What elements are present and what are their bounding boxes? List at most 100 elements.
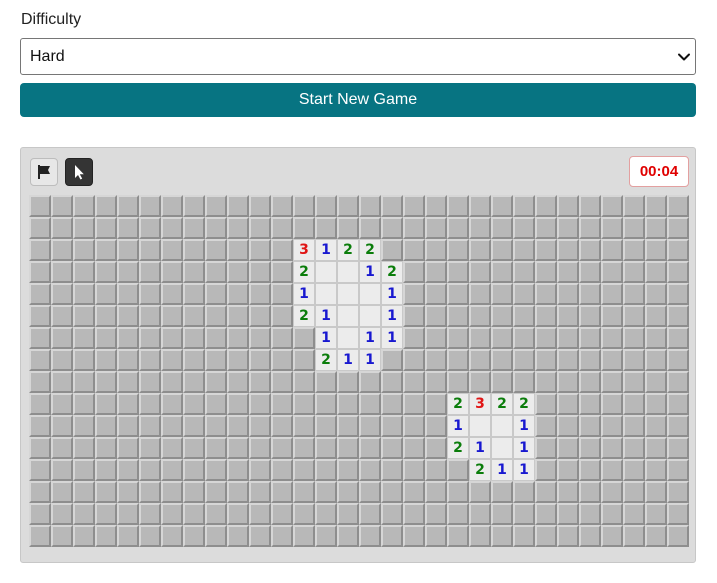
- hidden-cell[interactable]: [139, 195, 161, 217]
- hidden-cell[interactable]: [117, 525, 139, 547]
- hidden-cell[interactable]: [381, 459, 403, 481]
- hidden-cell[interactable]: [139, 239, 161, 261]
- hidden-cell[interactable]: [271, 415, 293, 437]
- hidden-cell[interactable]: [513, 217, 535, 239]
- hidden-cell[interactable]: [645, 283, 667, 305]
- hidden-cell[interactable]: [29, 261, 51, 283]
- hidden-cell[interactable]: [425, 217, 447, 239]
- hidden-cell[interactable]: [227, 415, 249, 437]
- hidden-cell[interactable]: [447, 481, 469, 503]
- hidden-cell[interactable]: [623, 371, 645, 393]
- hidden-cell[interactable]: [513, 503, 535, 525]
- hidden-cell[interactable]: [425, 349, 447, 371]
- hidden-cell[interactable]: [73, 327, 95, 349]
- hidden-cell[interactable]: [95, 283, 117, 305]
- hidden-cell[interactable]: [491, 525, 513, 547]
- hidden-cell[interactable]: [161, 283, 183, 305]
- hidden-cell[interactable]: [51, 371, 73, 393]
- hidden-cell[interactable]: [293, 393, 315, 415]
- hidden-cell[interactable]: [381, 481, 403, 503]
- hidden-cell[interactable]: [645, 371, 667, 393]
- difficulty-select[interactable]: Hard: [20, 38, 696, 75]
- hidden-cell[interactable]: [73, 239, 95, 261]
- hidden-cell[interactable]: [161, 459, 183, 481]
- hidden-cell[interactable]: [183, 305, 205, 327]
- hidden-cell[interactable]: [139, 327, 161, 349]
- hidden-cell[interactable]: [535, 525, 557, 547]
- hidden-cell[interactable]: [601, 327, 623, 349]
- hidden-cell[interactable]: [491, 217, 513, 239]
- hidden-cell[interactable]: [535, 459, 557, 481]
- hidden-cell[interactable]: [95, 327, 117, 349]
- hidden-cell[interactable]: [271, 525, 293, 547]
- hidden-cell[interactable]: [579, 415, 601, 437]
- hidden-cell[interactable]: [557, 349, 579, 371]
- hidden-cell[interactable]: [381, 239, 403, 261]
- hidden-cell[interactable]: [469, 283, 491, 305]
- hidden-cell[interactable]: [623, 305, 645, 327]
- hidden-cell[interactable]: [51, 437, 73, 459]
- hidden-cell[interactable]: [337, 415, 359, 437]
- hidden-cell[interactable]: [535, 393, 557, 415]
- hidden-cell[interactable]: [337, 371, 359, 393]
- hidden-cell[interactable]: [623, 393, 645, 415]
- hidden-cell[interactable]: [513, 283, 535, 305]
- hidden-cell[interactable]: [403, 349, 425, 371]
- hidden-cell[interactable]: [601, 239, 623, 261]
- hidden-cell[interactable]: [667, 371, 689, 393]
- hidden-cell[interactable]: [491, 371, 513, 393]
- hidden-cell[interactable]: [667, 525, 689, 547]
- hidden-cell[interactable]: [425, 459, 447, 481]
- hidden-cell[interactable]: [205, 503, 227, 525]
- hidden-cell[interactable]: [645, 349, 667, 371]
- hidden-cell[interactable]: [601, 459, 623, 481]
- hidden-cell[interactable]: [557, 481, 579, 503]
- hidden-cell[interactable]: [73, 525, 95, 547]
- hidden-cell[interactable]: [293, 327, 315, 349]
- hidden-cell[interactable]: [469, 195, 491, 217]
- hidden-cell[interactable]: [579, 481, 601, 503]
- hidden-cell[interactable]: [601, 217, 623, 239]
- hidden-cell[interactable]: [249, 503, 271, 525]
- hidden-cell[interactable]: [359, 437, 381, 459]
- hidden-cell[interactable]: [95, 195, 117, 217]
- hidden-cell[interactable]: [205, 305, 227, 327]
- hidden-cell[interactable]: [557, 283, 579, 305]
- hidden-cell[interactable]: [29, 371, 51, 393]
- hidden-cell[interactable]: [447, 371, 469, 393]
- hidden-cell[interactable]: [271, 217, 293, 239]
- hidden-cell[interactable]: [667, 239, 689, 261]
- hidden-cell[interactable]: [249, 437, 271, 459]
- hidden-cell[interactable]: [51, 239, 73, 261]
- hidden-cell[interactable]: [425, 239, 447, 261]
- hidden-cell[interactable]: [95, 349, 117, 371]
- hidden-cell[interactable]: [227, 239, 249, 261]
- hidden-cell[interactable]: [469, 327, 491, 349]
- hidden-cell[interactable]: [579, 305, 601, 327]
- hidden-cell[interactable]: [359, 525, 381, 547]
- hidden-cell[interactable]: [29, 525, 51, 547]
- hidden-cell[interactable]: [293, 437, 315, 459]
- hidden-cell[interactable]: [557, 459, 579, 481]
- hidden-cell[interactable]: [645, 481, 667, 503]
- hidden-cell[interactable]: [117, 261, 139, 283]
- hidden-cell[interactable]: [359, 503, 381, 525]
- hidden-cell[interactable]: [513, 327, 535, 349]
- hidden-cell[interactable]: [117, 503, 139, 525]
- hidden-cell[interactable]: [73, 437, 95, 459]
- hidden-cell[interactable]: [491, 283, 513, 305]
- hidden-cell[interactable]: [469, 525, 491, 547]
- hidden-cell[interactable]: [623, 283, 645, 305]
- hidden-cell[interactable]: [29, 503, 51, 525]
- hidden-cell[interactable]: [469, 503, 491, 525]
- hidden-cell[interactable]: [667, 415, 689, 437]
- hidden-cell[interactable]: [645, 217, 667, 239]
- hidden-cell[interactable]: [117, 349, 139, 371]
- hidden-cell[interactable]: [139, 283, 161, 305]
- hidden-cell[interactable]: [249, 283, 271, 305]
- hidden-cell[interactable]: [601, 415, 623, 437]
- hidden-cell[interactable]: [293, 195, 315, 217]
- hidden-cell[interactable]: [667, 305, 689, 327]
- hidden-cell[interactable]: [601, 261, 623, 283]
- hidden-cell[interactable]: [425, 261, 447, 283]
